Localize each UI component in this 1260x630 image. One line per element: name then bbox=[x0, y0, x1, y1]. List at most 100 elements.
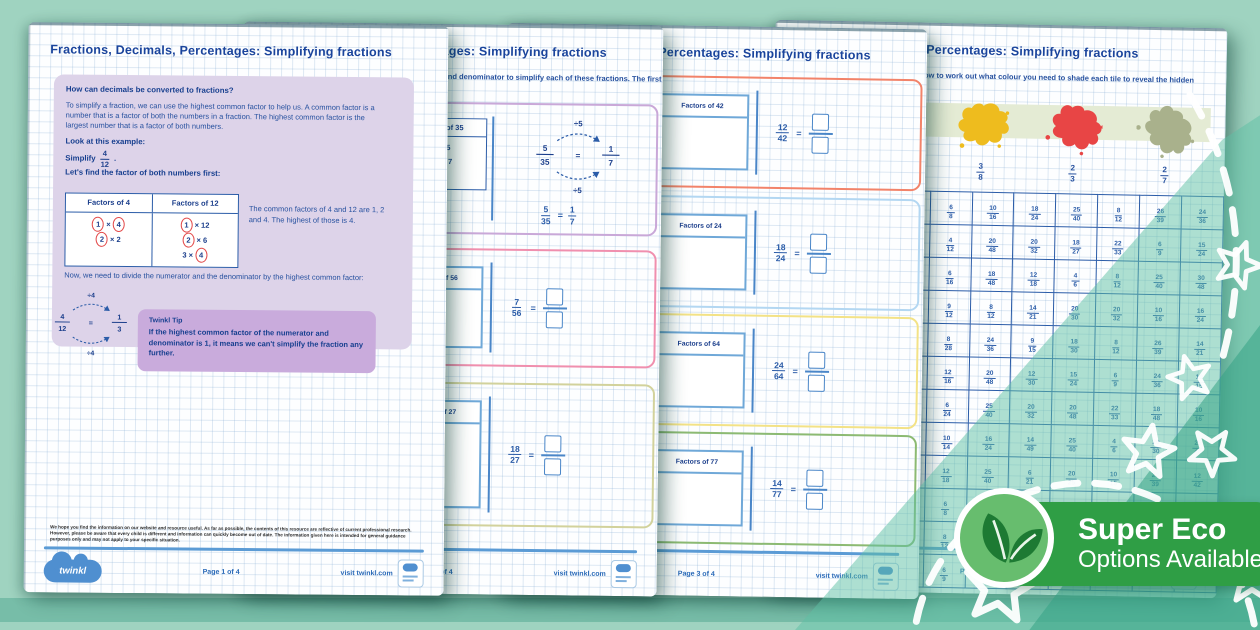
factor-table: Factors of 4Factors of 121 × 42 × 21 × 1… bbox=[64, 193, 239, 269]
answer-box bbox=[546, 311, 563, 328]
common-factors-note: The common factors of 4 and 12 are 1, 2 … bbox=[249, 204, 399, 226]
circled-factor: 2 bbox=[96, 232, 108, 247]
problem-equation: 1827= bbox=[508, 435, 565, 475]
fraction: 1242 bbox=[776, 123, 790, 143]
fraction-tile: 812 bbox=[970, 291, 1013, 325]
svg-text:4: 4 bbox=[60, 313, 64, 321]
equals-sign: = bbox=[796, 128, 801, 138]
svg-text:5: 5 bbox=[543, 144, 548, 153]
paint-splat-icon bbox=[1044, 99, 1103, 158]
fraction-tile: 68 bbox=[930, 191, 973, 225]
problem-equation: 1242 = bbox=[775, 113, 832, 154]
resource-preview: Fractions, Decimals, Percentages: Simpli… bbox=[0, 0, 1260, 630]
fraction-tile: 1218 bbox=[1012, 259, 1055, 293]
fraction-bar bbox=[809, 133, 833, 135]
factor-pair: 2 × 2 bbox=[66, 232, 152, 248]
equals-sign: = bbox=[530, 303, 535, 313]
factor-table-headers: Factors of 4Factors of 12 bbox=[66, 194, 238, 215]
fraction-tile: 412 bbox=[929, 224, 972, 258]
circled-factor: 1 bbox=[92, 217, 104, 232]
fraction: 812 bbox=[1113, 208, 1125, 224]
factor-table-column: 1 × 42 × 2 bbox=[65, 213, 151, 267]
fraction: 23 bbox=[1068, 164, 1077, 183]
fraction: 2540 bbox=[1071, 207, 1083, 223]
answer-box bbox=[812, 136, 829, 153]
divider-line bbox=[491, 117, 494, 221]
fraction: 1824 bbox=[774, 243, 788, 263]
fraction-tile: 1848 bbox=[970, 258, 1013, 292]
answer-box bbox=[810, 234, 827, 251]
eco-banner-line2: Options Available bbox=[1078, 546, 1260, 574]
key-fraction: 27 bbox=[1160, 159, 1169, 185]
find-factors-label: Let's find the factor of both numbers fi… bbox=[65, 168, 401, 181]
fraction-tile: 2048 bbox=[971, 225, 1014, 259]
equals-sign: = bbox=[558, 210, 563, 220]
divider-line bbox=[750, 447, 753, 531]
svg-text:÷5: ÷5 bbox=[573, 186, 582, 195]
answer-box bbox=[808, 352, 825, 369]
fraction: 1218 bbox=[1028, 272, 1040, 288]
fraction: 2048 bbox=[984, 370, 996, 386]
circled-factor: 4 bbox=[113, 217, 125, 232]
fraction: 412 bbox=[945, 238, 957, 254]
worked-answer: 535=17 bbox=[539, 205, 577, 225]
fraction: 756 bbox=[510, 298, 524, 318]
key-fraction: 38 bbox=[976, 156, 985, 182]
divide-note: Now, we need to divide the numerator and… bbox=[64, 271, 394, 284]
divider-line bbox=[489, 262, 492, 352]
svg-text:35: 35 bbox=[540, 158, 550, 167]
worked-example-diagram: ÷5 5 35 = 1 7 ÷5 bbox=[525, 117, 630, 196]
svg-text:÷5: ÷5 bbox=[574, 119, 583, 128]
fraction: 912 bbox=[943, 303, 955, 319]
fraction-bar bbox=[805, 371, 829, 373]
circled-factor: 2 bbox=[182, 233, 194, 248]
disclaimer-text: We hope you find the information on our … bbox=[50, 524, 422, 545]
fraction: 1216 bbox=[942, 369, 954, 385]
equals-sign: = bbox=[529, 450, 534, 460]
paint-splat-icon bbox=[952, 97, 1011, 156]
fraction: 915 bbox=[1026, 338, 1038, 354]
fraction: 38 bbox=[976, 163, 985, 182]
fraction-tile: 912 bbox=[928, 290, 971, 324]
answer-boxes bbox=[803, 470, 828, 510]
problem-equation: 1477= bbox=[770, 469, 827, 510]
factor-pair: 3 × 4 bbox=[152, 247, 238, 263]
visit-link: visit twinkl.com bbox=[341, 569, 393, 576]
factor-table-body: 1 × 42 × 21 × 122 × 63 × 4 bbox=[65, 213, 237, 267]
problem-equation: 2464 = bbox=[772, 351, 829, 392]
svg-text:÷4: ÷4 bbox=[87, 350, 95, 357]
fraction: 1827 bbox=[1070, 240, 1082, 256]
fraction: 1016 bbox=[987, 205, 999, 221]
answer-box bbox=[544, 435, 561, 452]
visit-link: visit twinkl.com bbox=[554, 570, 606, 578]
fraction-tile: 1216 bbox=[927, 356, 970, 390]
factor-pair: 2 × 6 bbox=[152, 232, 238, 248]
answer-box bbox=[544, 458, 561, 475]
fraction: 535 bbox=[539, 205, 553, 225]
fraction: 828 bbox=[943, 336, 955, 352]
fraction-tile: 2048 bbox=[969, 357, 1012, 391]
tip-title: Twinkl Tip bbox=[149, 316, 365, 327]
fraction: 616 bbox=[944, 270, 956, 286]
answer-box bbox=[808, 374, 825, 391]
factor-table-header: Factors of 42 bbox=[656, 95, 748, 116]
answer-box bbox=[806, 492, 823, 509]
fraction: 2032 bbox=[1028, 239, 1040, 255]
fraction: 46 bbox=[1071, 273, 1079, 289]
answer-box bbox=[812, 114, 829, 131]
svg-text:=: = bbox=[89, 319, 93, 327]
fraction: 2436 bbox=[985, 337, 997, 353]
fraction: 812 bbox=[985, 304, 997, 320]
page-number: Page 1 of 4 bbox=[203, 568, 240, 575]
fraction: 2464 bbox=[772, 361, 786, 381]
factor-table-column: 1 × 122 × 63 × 4 bbox=[151, 213, 238, 267]
fraction: 1421 bbox=[1027, 305, 1039, 321]
fraction: 27 bbox=[1160, 166, 1169, 185]
svg-text:÷4: ÷4 bbox=[87, 292, 95, 299]
factor-pair: 1 × 4 bbox=[66, 217, 152, 233]
answer-boxes bbox=[804, 352, 829, 392]
fraction: 1848 bbox=[986, 271, 998, 287]
equals-sign: = bbox=[792, 366, 797, 376]
fraction-tile: 624 bbox=[926, 389, 969, 423]
look-label: Look at this example: bbox=[65, 136, 401, 149]
